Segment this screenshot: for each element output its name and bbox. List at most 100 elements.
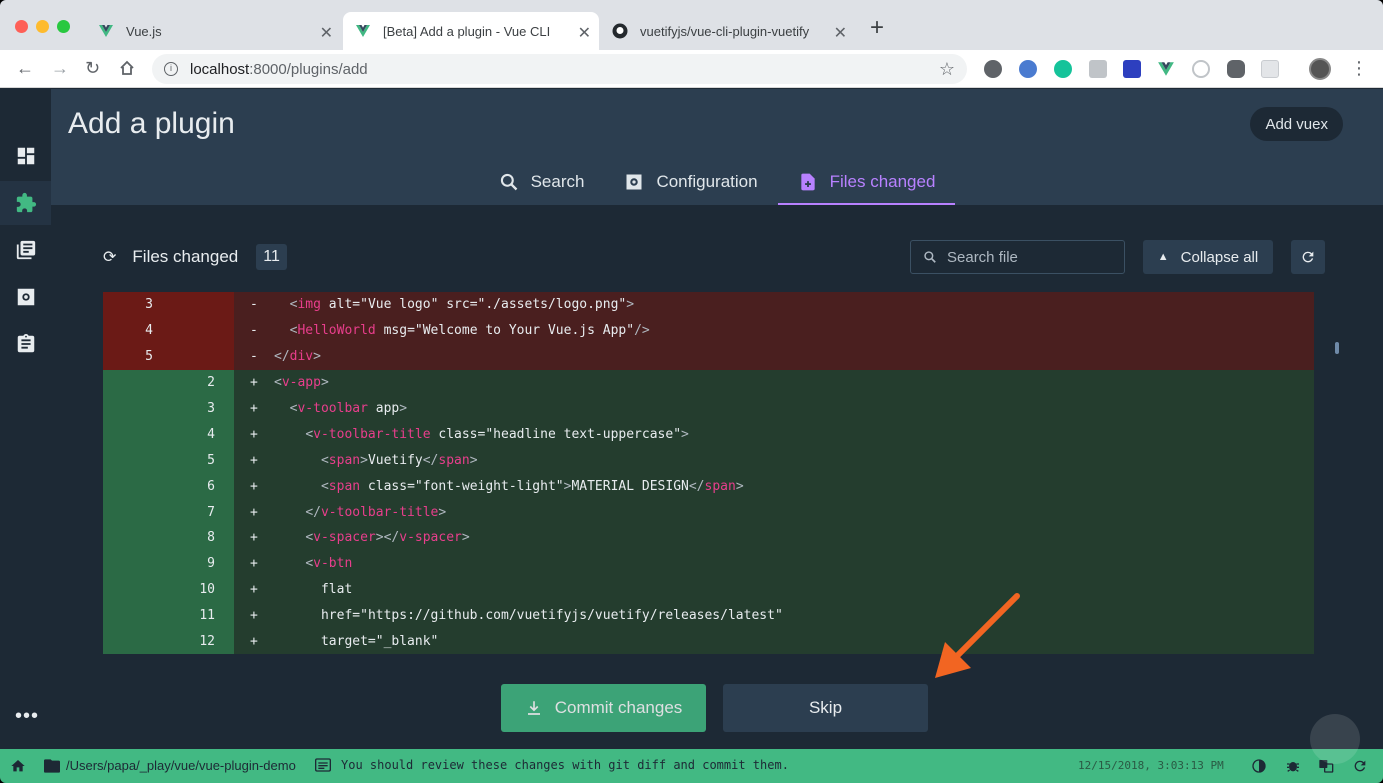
extension-icon[interactable]: [1192, 60, 1210, 78]
line-number: 9: [207, 556, 215, 572]
extension-icon[interactable]: [1261, 60, 1279, 78]
extension-icon[interactable]: [1227, 60, 1245, 78]
diff-sign: +: [250, 556, 258, 572]
sidebar-item-dashboard[interactable]: [0, 134, 51, 178]
diff-sign: +: [250, 426, 258, 442]
url-input[interactable]: i localhost:8000/plugins/add ☆: [152, 54, 967, 84]
line-gutter: 3: [103, 395, 234, 422]
diff-added-line: 8 + <v-spacer></v-spacer>: [103, 525, 1314, 551]
code-punctuation: >: [360, 452, 368, 468]
video-play-watermark: [1310, 714, 1360, 764]
sidebar-item-dependencies[interactable]: [0, 228, 51, 272]
bookmark-star-icon[interactable]: ☆: [939, 59, 955, 80]
close-window-button[interactable]: [15, 20, 28, 33]
maximize-window-button[interactable]: [57, 20, 70, 33]
file-plus-icon: [800, 173, 815, 191]
back-arrow-icon[interactable]: ←: [16, 58, 34, 78]
more-icon[interactable]: •••: [15, 705, 39, 728]
vue-devtools-icon[interactable]: [1157, 60, 1175, 78]
refresh-files-button[interactable]: [1291, 240, 1325, 274]
line-gutter: 6: [103, 473, 234, 500]
browser-tab-vuejs[interactable]: Vue.js ✕: [86, 12, 341, 50]
code-line: target="_blank": [274, 634, 438, 649]
reload-icon[interactable]: ↻: [85, 58, 100, 78]
diff-viewer[interactable]: 3- <img alt="Vue logo" src="./assets/log…: [103, 292, 1314, 667]
browser-tab-add-plugin[interactable]: [Beta] Add a plugin - Vue CLI ✕: [343, 12, 599, 50]
code-text: Welcome to Your Vue.js App: [422, 323, 627, 339]
code-punctuation: <: [305, 556, 314, 572]
diff-scrollbar[interactable]: [1335, 342, 1339, 354]
browser-tab-github[interactable]: vuetifyjs/vue-cli-plugin-vuetify ✕: [600, 12, 855, 50]
code-text: ": [485, 426, 494, 442]
diff-sign: +: [250, 530, 258, 546]
forward-arrow-icon[interactable]: →: [51, 58, 69, 78]
tab-search[interactable]: Search: [479, 159, 605, 205]
plugin-tabs: Search Configuration Files changed: [51, 159, 1383, 205]
extension-icon[interactable]: [984, 60, 1002, 78]
status-timestamp: 12/15/2018, 3:03:13 PM: [1078, 759, 1224, 772]
line-gutter: 4: [103, 421, 234, 448]
profile-avatar[interactable]: [1309, 58, 1331, 80]
tab-configuration[interactable]: Configuration: [604, 159, 777, 205]
code-punctuation: <: [320, 452, 329, 468]
code-punctuation: </: [688, 478, 705, 494]
diff-sign: +: [250, 452, 258, 468]
grammarly-icon[interactable]: [1054, 60, 1072, 78]
close-tab-icon[interactable]: ✕: [578, 23, 591, 43]
code-line: <v-spacer></v-spacer>: [274, 530, 469, 545]
sidebar-item-plugins[interactable]: [0, 181, 51, 225]
code-text: _blank: [383, 634, 431, 650]
refresh-icon: [1302, 251, 1314, 263]
dark-mode-icon[interactable]: [1251, 758, 1267, 774]
new-tab-button[interactable]: +: [870, 16, 884, 40]
line-gutter: 5: [103, 343, 234, 370]
project-path: /Users/papa/_play/vue/vue-plugin-demo: [66, 758, 296, 773]
code-text: alt: [320, 297, 353, 313]
skip-button[interactable]: Skip: [723, 684, 928, 732]
minimize-window-button[interactable]: [36, 20, 49, 33]
settings-icon: [17, 288, 34, 306]
browser-menu-icon[interactable]: ⋮: [1350, 58, 1368, 79]
refresh-icon[interactable]: [1352, 758, 1368, 774]
extension-icon[interactable]: [1089, 60, 1107, 78]
bug-icon[interactable]: [1285, 758, 1301, 774]
tab-label: Files changed: [829, 172, 936, 191]
collapse-all-button[interactable]: ▲ Collapse all: [1143, 240, 1273, 274]
diff-added-line: 7 + </v-toolbar-title>: [103, 499, 1314, 526]
line-gutter: 2: [103, 369, 234, 396]
home-icon[interactable]: [10, 758, 26, 774]
code-text: Vuetify: [367, 452, 423, 468]
code-text: ": [360, 297, 368, 313]
tab-files-changed[interactable]: Files changed: [777, 159, 956, 205]
code-text: href: [274, 608, 353, 624]
sidebar-item-configuration[interactable]: [0, 275, 51, 319]
extension-icon[interactable]: [1019, 60, 1037, 78]
status-message[interactable]: You should review these changes with git…: [315, 758, 789, 772]
search-file-input[interactable]: Search file: [910, 240, 1125, 274]
code-line: <span>Vuetify</span>: [274, 453, 478, 468]
diff-sign: +: [250, 375, 258, 391]
code-punctuation: >: [313, 349, 321, 365]
line-number: 5: [145, 349, 153, 365]
info-icon[interactable]: i: [164, 62, 178, 76]
code-text: Vue logo: [367, 297, 431, 313]
project-folder[interactable]: /Users/papa/_play/vue/vue-plugin-demo: [44, 758, 296, 773]
tab-title: vuetifyjs/vue-cli-plugin-vuetify: [640, 23, 810, 39]
vue-logo-icon: [356, 25, 370, 37]
extension-icon[interactable]: [1123, 60, 1141, 78]
diff-added-line: 5 + <span>Vuetify</span>: [103, 447, 1314, 474]
diff-added-line: 12 + target="_blank": [103, 628, 1314, 655]
commit-changes-button[interactable]: Commit changes: [501, 684, 706, 732]
close-tab-icon[interactable]: ✕: [320, 23, 333, 43]
close-tab-icon[interactable]: ✕: [834, 23, 847, 43]
code-punctuation: >: [681, 426, 689, 442]
diff-sign: +: [250, 504, 258, 520]
add-vuex-button[interactable]: Add vuex: [1250, 107, 1343, 141]
dashboard-icon: [17, 147, 34, 165]
sidebar-item-tasks[interactable]: [0, 322, 51, 366]
home-icon[interactable]: [119, 60, 135, 76]
